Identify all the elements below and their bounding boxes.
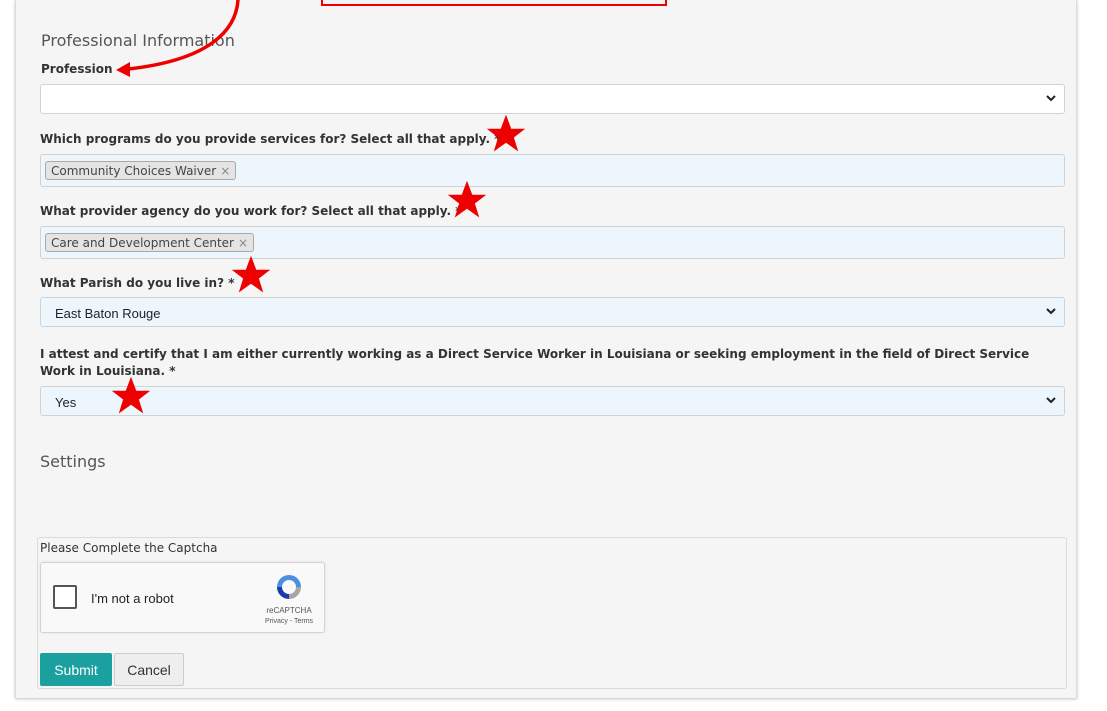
- captcha-container: Please Complete the Captcha I'm not a ro…: [37, 537, 1067, 689]
- submit-button[interactable]: Submit: [40, 653, 112, 686]
- parish-select[interactable]: East Baton Rouge: [40, 297, 1065, 327]
- terms-link[interactable]: Terms: [294, 618, 313, 625]
- chevron-down-icon: [1046, 397, 1056, 404]
- parish-label: What Parish do you live in? *: [40, 276, 235, 290]
- star-icon: [231, 255, 271, 293]
- star-icon: [447, 180, 487, 218]
- remove-tag-icon[interactable]: ×: [220, 164, 230, 178]
- chevron-down-icon: [1046, 95, 1056, 102]
- annotation-highlight-box: [321, 0, 667, 6]
- agency-multiselect[interactable]: Care and Development Center ×: [40, 226, 1065, 259]
- cancel-button[interactable]: Cancel: [114, 653, 184, 686]
- attest-label: I attest and certify that I am either cu…: [40, 347, 1030, 378]
- not-robot-label: I'm not a robot: [91, 591, 174, 606]
- parish-select-value: East Baton Rouge: [55, 306, 161, 321]
- chevron-down-icon: [1046, 308, 1056, 315]
- star-icon: [111, 376, 151, 414]
- arrow-annotation-icon: [116, 0, 240, 77]
- recaptcha-links: Privacy - Terms: [264, 618, 314, 625]
- agency-label: What provider agency do you work for? Se…: [40, 204, 462, 218]
- agency-tag: Care and Development Center ×: [45, 233, 255, 252]
- profession-select[interactable]: [40, 84, 1065, 114]
- recaptcha-brand: reCAPTCHA: [266, 606, 312, 615]
- captcha-title: Please Complete the Captcha: [40, 541, 218, 555]
- program-tag: Community Choices Waiver ×: [45, 161, 237, 180]
- attest-select-value: Yes: [55, 395, 77, 410]
- not-robot-checkbox[interactable]: [53, 585, 77, 609]
- recaptcha-logo-icon: [277, 575, 301, 599]
- programs-multiselect[interactable]: Community Choices Waiver ×: [40, 154, 1065, 187]
- remove-tag-icon[interactable]: ×: [238, 236, 248, 250]
- profession-label: Profession: [41, 62, 113, 76]
- recaptcha-widget: I'm not a robot reCAPTCHA Privacy - Term…: [40, 562, 325, 633]
- privacy-link[interactable]: Privacy: [265, 618, 288, 625]
- star-icon: [486, 114, 526, 152]
- section-title-settings: Settings: [40, 452, 106, 471]
- attest-select[interactable]: Yes: [40, 386, 1065, 416]
- programs-label: Which programs do you provide services f…: [40, 132, 501, 146]
